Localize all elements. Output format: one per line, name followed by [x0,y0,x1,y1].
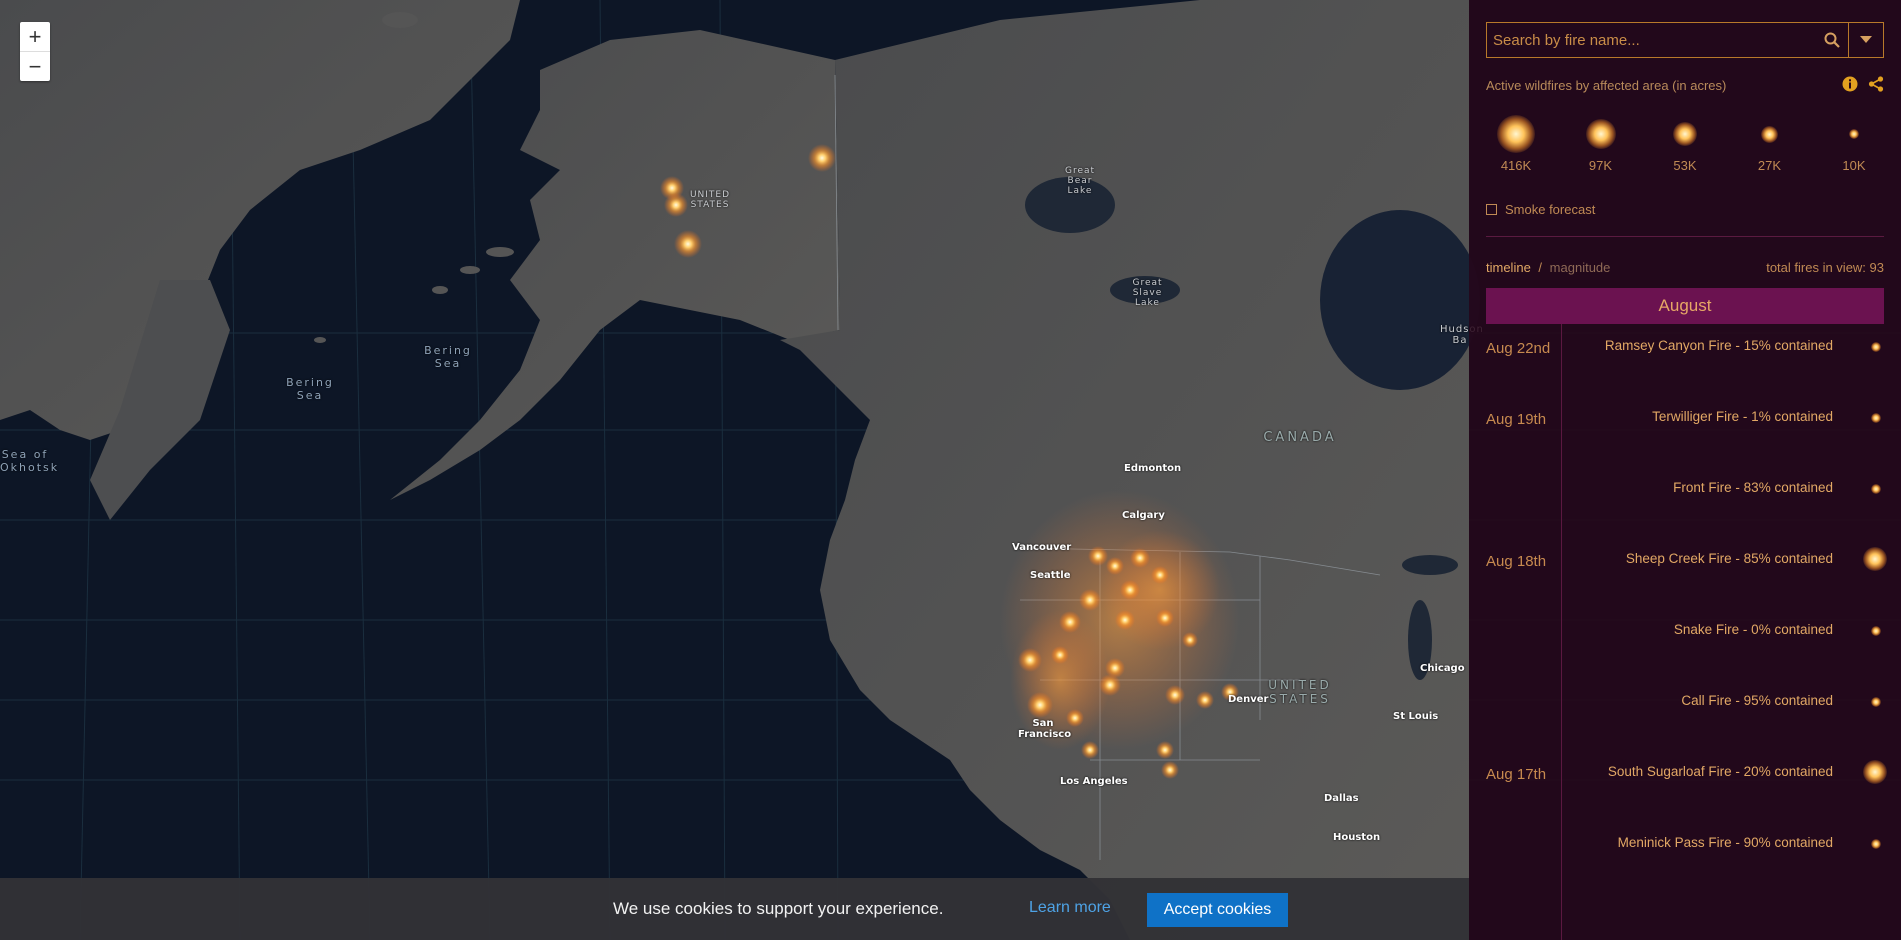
legend-size-item: 27K [1740,112,1800,173]
label-houston: Houston [1333,832,1381,843]
legend-dot [1673,122,1697,146]
fire-name: Front Fire - 83% contained [1673,480,1833,495]
fire-date: Aug 18th [1486,553,1547,570]
fire-name: Ramsey Canyon Fire - 15% contained [1604,338,1833,353]
legend-size-label: 53K [1673,158,1697,173]
label-great-bear-lake: Great Bear Lake [1064,166,1096,196]
fire-list-item[interactable]: Call Fire - 95% contained [1469,679,1901,750]
legend-actions [1842,76,1884,97]
smoke-forecast-toggle[interactable]: Smoke forecast [1486,202,1595,217]
label-seattle: Seattle [1030,570,1071,581]
legend-size-item: 53K [1655,112,1715,173]
fire-size-dot [1871,484,1881,494]
fire-size-dot [1863,547,1887,571]
zoom-control: + − [20,22,50,81]
legend-dot [1761,125,1778,143]
fire-size-dot [1871,626,1881,636]
accept-cookies-button[interactable]: Accept cookies [1147,893,1288,927]
legend-size-item: 416K [1486,112,1546,173]
label-los-angeles: Los Angeles [1060,776,1128,787]
fire-date: Aug 22nd [1486,340,1551,357]
share-icon[interactable] [1868,76,1884,97]
tab-timeline[interactable]: timeline [1486,260,1531,275]
legend-size-label: 416K [1500,158,1532,173]
fire-list-item[interactable]: Aug 18th Sheep Creek Fire - 85% containe… [1469,537,1901,608]
label-dallas: Dallas [1324,793,1359,804]
label-san-francisco: San Francisco [1018,718,1072,740]
legend-size-label: 10K [1842,158,1866,173]
fire-name: Terwilliger Fire - 1% contained [1652,409,1833,424]
tab-separator: / [1538,260,1543,275]
fire-name: Snake Fire - 0% contained [1673,622,1833,637]
fire-size-dot [1871,342,1881,352]
fire-date: Aug 17th [1486,766,1547,783]
legend-size-label: 97K [1588,158,1613,173]
label-denver: Denver [1228,694,1269,705]
cookie-banner: We use cookies to support your experienc… [0,878,1469,940]
legend-dot [1849,129,1859,139]
label-great-slave-lake: Great Slave Lake [1132,278,1163,308]
label-sea-of-okhotsk: Sea of Okhotsk [0,448,60,474]
divider [1486,236,1884,237]
fire-list-item[interactable]: Front Fire - 83% contained [1469,466,1901,537]
learn-more-link[interactable]: Learn more [1029,899,1111,917]
smoke-forecast-label: Smoke forecast [1505,202,1596,217]
legend-dot [1585,119,1616,149]
dropdown-arrow-icon[interactable] [1849,23,1883,57]
fire-name: Sheep Creek Fire - 85% contained [1625,551,1833,566]
fire-list-item[interactable]: Snake Fire - 0% contained [1469,608,1901,679]
fire-date: Aug 19th [1486,411,1547,428]
total-fires-count: total fires in view: 93 [1766,260,1884,275]
zoom-out-button[interactable]: − [20,51,50,81]
zoom-in-button[interactable]: + [20,22,50,51]
fire-size-dot [1863,760,1887,784]
label-canada: CANADA [1263,430,1337,445]
fire-panel: Active wildfires by affected area (in ac… [1469,0,1901,940]
label-vancouver: Vancouver [1012,542,1072,553]
fire-list-item[interactable]: Aug 19th Terwilliger Fire - 1% contained [1469,395,1901,466]
fire-name: South Sugarloaf Fire - 20% contained [1607,764,1833,779]
label-st-louis: St Louis [1393,711,1439,722]
legend-size-item: 97K [1571,112,1631,173]
fire-size-dot [1871,839,1881,849]
fire-size-dot [1871,413,1881,423]
legend-title: Active wildfires by affected area (in ac… [1486,78,1727,93]
fire-list-item[interactable]: Aug 17th South Sugarloaf Fire - 20% cont… [1469,750,1901,821]
month-header: August [1486,288,1884,324]
fire-name: Meninick Pass Fire - 90% contained [1617,835,1833,850]
tab-magnitude[interactable]: magnitude [1550,260,1611,275]
search-icon[interactable] [1816,23,1849,57]
info-icon[interactable] [1842,76,1858,97]
smoke-forecast-checkbox[interactable] [1486,204,1497,215]
search-input[interactable] [1487,30,1816,50]
fire-list-item[interactable]: Meninick Pass Fire - 90% contained [1469,821,1901,892]
fire-size-dot [1871,697,1881,707]
view-tabs: timeline / magnitude [1486,260,1610,275]
label-chicago: Chicago [1420,663,1465,674]
label-edmonton: Edmonton [1124,463,1182,474]
fire-name: Call Fire - 95% contained [1681,693,1833,708]
label-bering-sea: Bering Sea [424,344,472,370]
legend-size-item: 10K [1824,112,1884,173]
label-calgary: Calgary [1122,510,1165,521]
cookie-message: We use cookies to support your experienc… [613,899,944,918]
label-united-states-alaska: UNITED STATES [689,190,731,210]
legend-dot [1497,115,1535,153]
legend-sizes: 416K 97K 53K 27K 10K [1486,112,1884,173]
label-bering-sea-2: Bering Sea [286,376,334,402]
fire-list-item[interactable]: Aug 22nd Ramsey Canyon Fire - 15% contai… [1469,324,1901,395]
legend-size-label: 27K [1757,158,1782,173]
search-box [1486,22,1884,58]
